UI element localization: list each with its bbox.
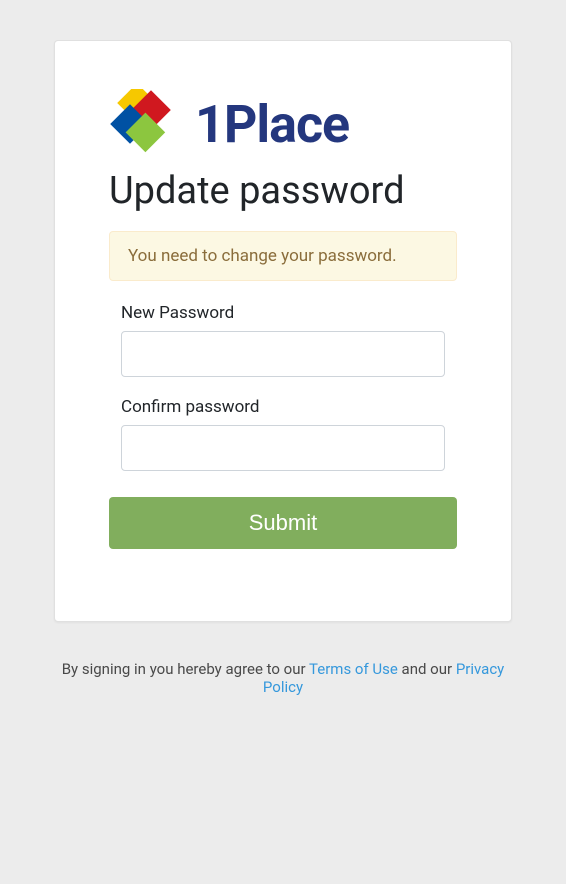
terms-of-use-link[interactable]: Terms of Use [309, 660, 398, 678]
logo: 1Place [109, 89, 457, 159]
logo-icon [109, 89, 179, 159]
page-title: Update password [109, 169, 457, 213]
logo-text: 1Place [195, 94, 349, 155]
footer-middle: and our [398, 660, 456, 678]
new-password-input[interactable] [121, 331, 445, 377]
new-password-group: New Password [109, 303, 457, 377]
submit-button[interactable]: Submit [109, 497, 457, 549]
footer-legal: By signing in you hereby agree to our Te… [54, 660, 512, 696]
footer-prefix: By signing in you hereby agree to our [62, 660, 309, 678]
confirm-password-label: Confirm password [121, 397, 445, 417]
password-update-card: 1Place Update password You need to chang… [54, 40, 512, 622]
alert-warning: You need to change your password. [109, 231, 457, 281]
confirm-password-input[interactable] [121, 425, 445, 471]
new-password-label: New Password [121, 303, 445, 323]
confirm-password-group: Confirm password [109, 397, 457, 471]
